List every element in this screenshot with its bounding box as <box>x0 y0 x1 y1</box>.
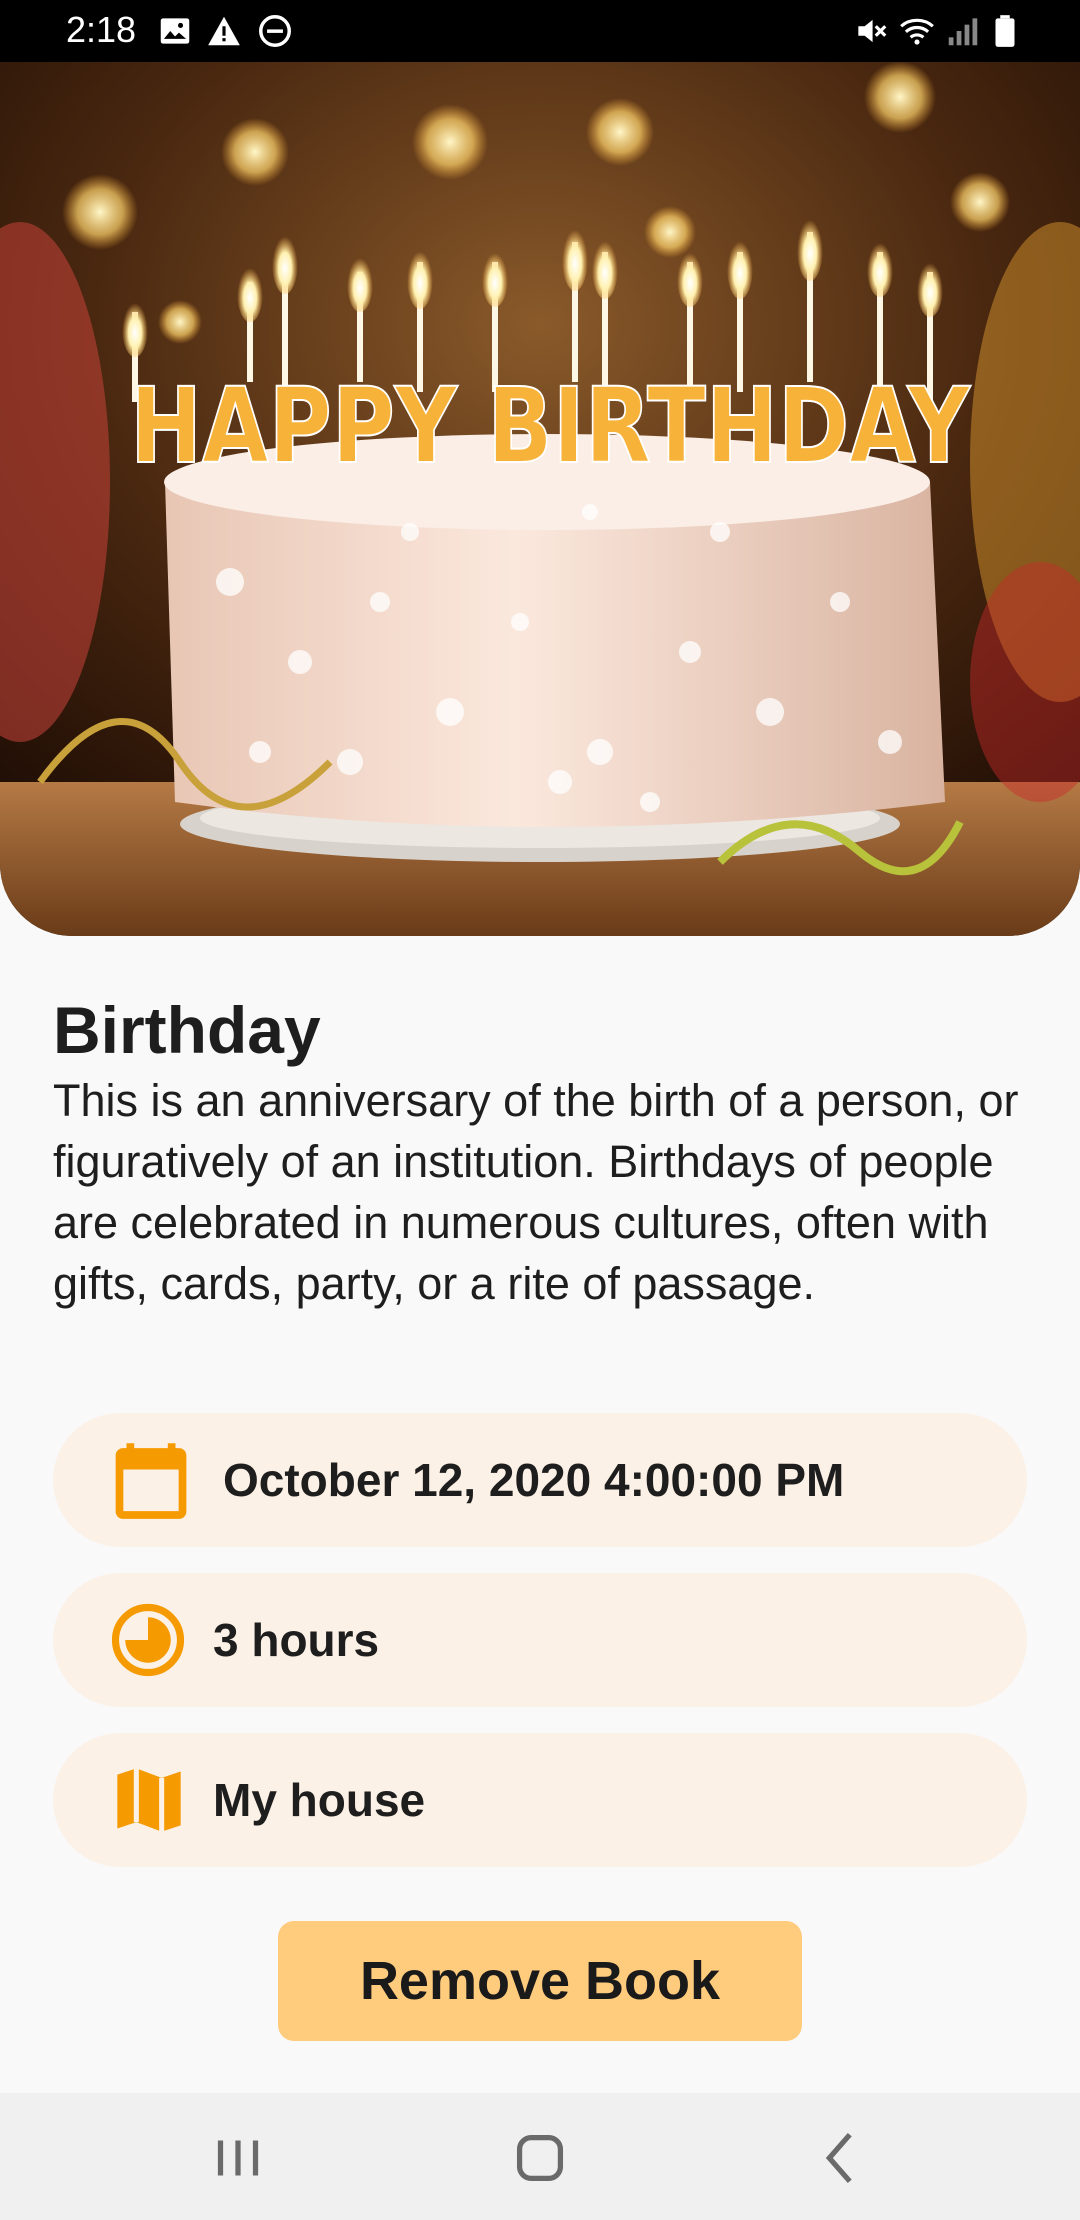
location-card: My house <box>53 1733 1027 1867</box>
event-date: October 12, 2020 4:00:00 PM <box>223 1454 845 1506</box>
signal-icon <box>944 12 982 50</box>
event-description: This is an anniversary of the birth of a… <box>53 1075 1019 1309</box>
hero-illustration: HAPPY BIRTHDAY <box>0 62 1080 936</box>
battery-icon <box>986 12 1024 50</box>
home-icon[interactable] <box>505 2123 575 2193</box>
mute-icon <box>852 12 890 50</box>
status-time: 2:18 <box>66 9 137 50</box>
birthday-cake-photo: HAPPY BIRTHDAY <box>0 62 1080 936</box>
do-not-disturb-icon <box>256 12 294 50</box>
duration-card: 3 hours <box>53 1573 1027 1707</box>
event-title: Birthday <box>53 993 321 1067</box>
system-nav-bar <box>0 2093 1080 2220</box>
recent-apps-icon[interactable] <box>203 2123 273 2193</box>
event-location: My house <box>213 1774 426 1826</box>
duration-clock-icon <box>109 1601 187 1679</box>
date-card: October 12, 2020 4:00:00 PM <box>53 1413 1027 1547</box>
event-duration: 3 hours <box>213 1614 380 1666</box>
map-icon <box>111 1762 187 1838</box>
candle-letters: HAPPY BIRTHDAY <box>130 365 971 487</box>
remove-book-button[interactable]: Remove Book <box>278 1921 802 2041</box>
status-bar: 2:18 <box>0 0 1080 62</box>
wifi-icon <box>898 12 936 50</box>
calendar-icon <box>109 1438 193 1522</box>
warning-icon <box>205 12 243 50</box>
event-detail-screen: 2:18 HAPPY BIRTHDAY Birthday This is an … <box>0 0 1080 2220</box>
image-icon <box>156 12 194 50</box>
back-icon[interactable] <box>806 2123 876 2193</box>
